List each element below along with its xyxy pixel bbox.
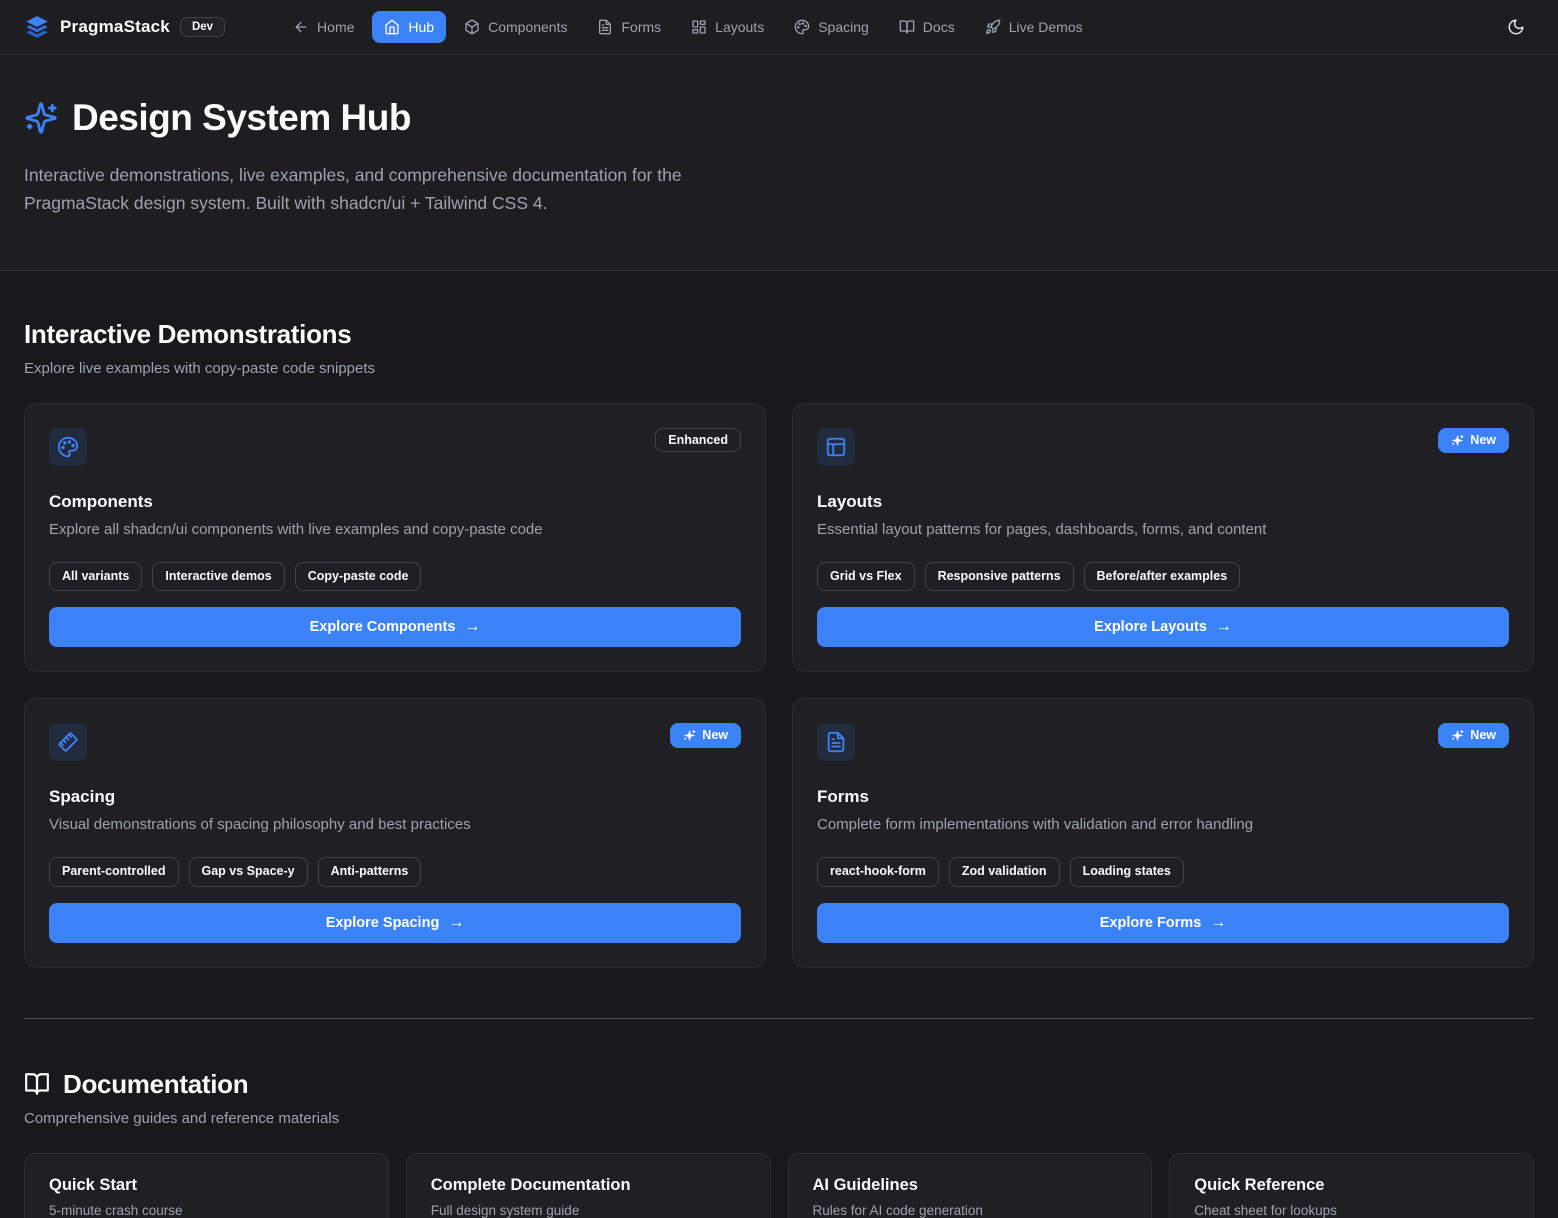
brand-name: PragmaStack	[60, 17, 170, 37]
tag: react-hook-form	[817, 857, 939, 887]
doc-card-title: Complete Documentation	[431, 1176, 746, 1195]
demo-card-spacing: New Spacing Visual demonstrations of spa…	[24, 698, 766, 968]
demo-card-components: Enhanced Components Explore all shadcn/u…	[24, 403, 766, 673]
card-description: Complete form implementations with valid…	[817, 816, 1509, 833]
tag: All variants	[49, 562, 142, 592]
card-title: Layouts	[817, 492, 1509, 512]
arrow-left-icon	[293, 19, 309, 35]
tag: Anti-patterns	[318, 857, 422, 887]
card-title: Spacing	[49, 787, 741, 807]
tag: Gap vs Space-y	[189, 857, 308, 887]
nav-item-layouts[interactable]: Layouts	[679, 11, 776, 43]
card-title: Components	[49, 492, 741, 512]
arrow-right-icon: →	[1210, 914, 1226, 932]
panels-top-left-icon	[817, 428, 855, 466]
card-description: Visual demonstrations of spacing philoso…	[49, 816, 741, 833]
tag-row: react-hook-form Zod validation Loading s…	[817, 857, 1509, 887]
new-badge: New	[670, 723, 741, 748]
card-title: Forms	[817, 787, 1509, 807]
palette-icon	[794, 19, 810, 35]
doc-card-title: Quick Reference	[1194, 1176, 1509, 1195]
nav-item-components[interactable]: Components	[452, 11, 579, 43]
doc-card-complete-documentation[interactable]: Complete Documentation Full design syste…	[406, 1153, 771, 1218]
enhanced-badge: Enhanced	[655, 428, 741, 453]
page-description: Interactive demonstrations, live example…	[24, 161, 769, 218]
demo-card-forms: New Forms Complete form implementations …	[792, 698, 1534, 968]
demos-heading: Interactive Demonstrations	[24, 319, 1534, 350]
moon-icon	[1507, 18, 1525, 36]
docs-heading: Documentation	[63, 1069, 248, 1100]
doc-card-grid: Quick Start 5-minute crash course Comple…	[24, 1153, 1534, 1218]
rocket-icon	[985, 19, 1001, 35]
palette-icon	[49, 428, 87, 466]
layout-dashboard-icon	[691, 19, 707, 35]
demo-card-layouts: New Layouts Essential layout patterns fo…	[792, 403, 1534, 673]
hero-section: Design System Hub Interactive demonstrat…	[0, 55, 1558, 271]
top-navigation-bar: PragmaStack Dev Home Hub Components Fo	[0, 0, 1558, 55]
explore-forms-button[interactable]: Explore Forms →	[817, 903, 1509, 943]
tag: Parent-controlled	[49, 857, 179, 887]
card-description: Explore all shadcn/ui components with li…	[49, 521, 741, 538]
card-description: Essential layout patterns for pages, das…	[817, 521, 1509, 538]
tag-row: Parent-controlled Gap vs Space-y Anti-pa…	[49, 857, 741, 887]
nav-item-hub[interactable]: Hub	[372, 11, 446, 43]
page-title: Design System Hub	[72, 97, 411, 139]
doc-card-description: 5-minute crash course	[49, 1203, 364, 1218]
main-content: Interactive Demonstrations Explore live …	[0, 271, 1558, 1218]
tag: Before/after examples	[1084, 562, 1241, 592]
file-text-icon	[817, 723, 855, 761]
docs-subheading: Comprehensive guides and reference mater…	[24, 1110, 1534, 1127]
explore-layouts-button[interactable]: Explore Layouts →	[817, 607, 1509, 647]
tag: Interactive demos	[152, 562, 284, 592]
file-text-icon	[597, 19, 613, 35]
demo-card-grid: Enhanced Components Explore all shadcn/u…	[24, 403, 1534, 968]
doc-card-title: Quick Start	[49, 1176, 364, 1195]
explore-spacing-button[interactable]: Explore Spacing →	[49, 903, 741, 943]
brand[interactable]: PragmaStack Dev	[24, 14, 225, 40]
tag: Responsive patterns	[925, 562, 1074, 592]
arrow-right-icon: →	[448, 914, 464, 932]
tag: Zod validation	[949, 857, 1060, 887]
tag-row: All variants Interactive demos Copy-past…	[49, 562, 741, 592]
tag: Loading states	[1070, 857, 1184, 887]
nav-item-spacing[interactable]: Spacing	[782, 11, 881, 43]
arrow-right-icon: →	[1216, 618, 1232, 636]
doc-card-description: Full design system guide	[431, 1203, 746, 1218]
explore-components-button[interactable]: Explore Components →	[49, 607, 741, 647]
home-icon	[384, 19, 400, 35]
doc-card-description: Cheat sheet for lookups	[1194, 1203, 1509, 1218]
sparkles-icon	[24, 101, 58, 135]
doc-card-quick-start[interactable]: Quick Start 5-minute crash course	[24, 1153, 389, 1218]
doc-card-ai-guidelines[interactable]: AI Guidelines Rules for AI code generati…	[788, 1153, 1153, 1218]
package-icon	[464, 19, 480, 35]
dev-badge: Dev	[180, 17, 225, 37]
nav-item-forms[interactable]: Forms	[585, 11, 673, 43]
new-badge: New	[1438, 428, 1509, 453]
demos-subheading: Explore live examples with copy-paste co…	[24, 360, 1534, 377]
main-nav: Home Hub Components Forms Layouts	[281, 11, 1095, 43]
sparkles-icon	[1451, 729, 1464, 742]
nav-item-home[interactable]: Home	[281, 11, 366, 43]
sparkles-icon	[683, 729, 696, 742]
book-open-icon	[899, 19, 915, 35]
tag-row: Grid vs Flex Responsive patterns Before/…	[817, 562, 1509, 592]
arrow-right-icon: →	[464, 618, 480, 636]
nav-item-live-demos[interactable]: Live Demos	[973, 11, 1095, 43]
doc-card-title: AI Guidelines	[813, 1176, 1128, 1195]
sparkles-icon	[1451, 434, 1464, 447]
nav-item-docs[interactable]: Docs	[887, 11, 967, 43]
book-open-icon	[24, 1071, 50, 1097]
tag: Grid vs Flex	[817, 562, 915, 592]
layers-logo-icon	[24, 14, 50, 40]
tag: Copy-paste code	[295, 562, 422, 592]
ruler-icon	[49, 723, 87, 761]
doc-card-quick-reference[interactable]: Quick Reference Cheat sheet for lookups	[1169, 1153, 1534, 1218]
new-badge: New	[1438, 723, 1509, 748]
theme-toggle-button[interactable]	[1498, 9, 1534, 45]
doc-card-description: Rules for AI code generation	[813, 1203, 1128, 1218]
